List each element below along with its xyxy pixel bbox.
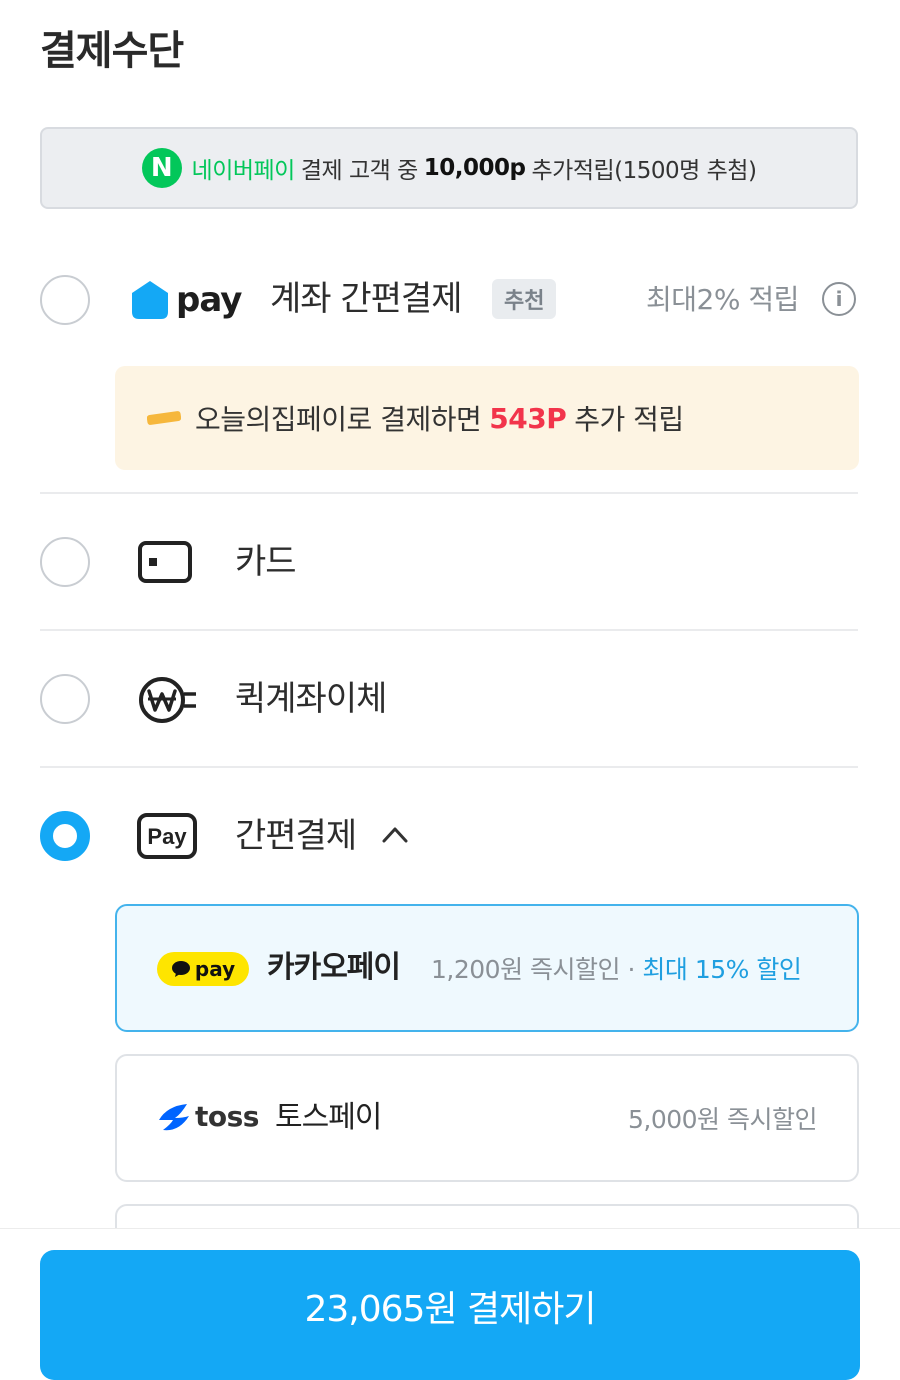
info-icon[interactable]: i (822, 282, 856, 316)
kakaopay-desc: 1,200원 즉시할인 · 최대 15% 할인 (431, 950, 802, 990)
recommend-badge: 추천 (492, 279, 557, 319)
quick-transfer-label[interactable]: 퀵계좌이체 (235, 679, 387, 719)
kakaopay-badge: pay (157, 952, 249, 986)
divider (40, 629, 858, 631)
kakaopay-badge-text: pay (194, 957, 236, 981)
reward-text: 최대2% 적립 (646, 283, 799, 316)
svg-text:Pay: Pay (147, 824, 187, 849)
won-transfer-icon (139, 677, 196, 723)
promo-text-after: 추가적립(1500명 추첨) (531, 158, 757, 184)
promo-amount: 10,000p (423, 155, 526, 181)
pay-button[interactable]: 23,065원 결제하기 (40, 1250, 860, 1380)
naverpay-brand: 네이버페이 (191, 158, 296, 184)
card-label[interactable]: 카드 (235, 542, 297, 582)
tosspay-name: 토스페이 (275, 1100, 382, 1135)
chevron-up-icon[interactable] (381, 824, 409, 844)
toss-icon (159, 1103, 189, 1130)
ohouse-pay-label[interactable]: 계좌 간편결제 (270, 279, 462, 319)
radio-easy-pay[interactable] (40, 811, 90, 861)
naver-icon: N (141, 148, 182, 188)
ohouse-banner-text-after: 추가 적립 (574, 403, 684, 436)
radio-quick-transfer[interactable] (40, 674, 90, 724)
ohouse-banner-text-before: 오늘의집페이로 결제하면 (195, 403, 482, 436)
radio-ohouse-pay[interactable] (40, 275, 90, 325)
toss-logo: toss (157, 1100, 259, 1133)
kakao-bubble-icon (171, 961, 190, 977)
easy-pay-label[interactable]: 간편결제 (235, 816, 357, 856)
ohouse-banner-points: 543P (489, 401, 567, 435)
ohouse-pay-logo: pay (130, 280, 242, 320)
ohouse-house-icon (132, 281, 168, 319)
naverpay-promo-banner[interactable]: N 네이버페이 결제 고객 중 10,000p 추가적립(1500명 추첨) (40, 127, 858, 209)
kakaopay-name: 카카오페이 (267, 950, 401, 985)
page-title: 결제수단 (40, 28, 184, 74)
kakaopay-discount: 1,200원 즉시할인 · (431, 955, 635, 984)
tosspay-option[interactable]: toss 토스페이 5,000원 즉시할인 (115, 1054, 859, 1182)
promo-text-before: 결제 고객 중 (300, 158, 418, 184)
ohouse-pay-word: pay (176, 280, 242, 320)
ohouse-points-banner: 오늘의집페이로 결제하면 543P 추가 적립 (115, 366, 859, 470)
divider (40, 492, 858, 494)
toss-word: toss (195, 1100, 259, 1133)
pay-box-icon: Pay (137, 813, 197, 859)
divider (40, 766, 858, 768)
radio-card[interactable] (40, 537, 90, 587)
coin-icon (147, 411, 181, 425)
kakaopay-option[interactable]: pay 카카오페이 1,200원 즉시할인 · 최대 15% 할인 (115, 904, 859, 1032)
tosspay-discount: 5,000원 즉시할인 (627, 1105, 818, 1134)
kakaopay-max-discount: 최대 15% 할인 (642, 955, 802, 984)
card-icon (138, 541, 192, 583)
